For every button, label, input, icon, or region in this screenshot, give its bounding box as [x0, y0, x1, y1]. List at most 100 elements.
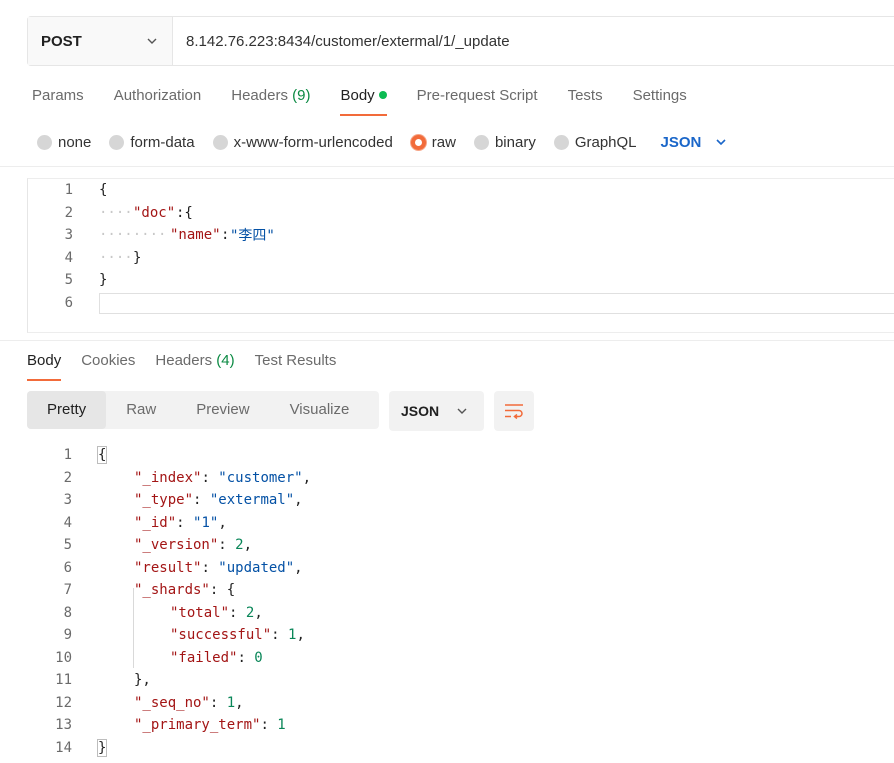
radio-form-data[interactable]: form-data	[109, 133, 195, 151]
response-headers-count: (4)	[216, 352, 235, 369]
line-number: 1	[64, 182, 73, 199]
response-view-modes: Pretty Raw Preview Visualize	[27, 391, 379, 429]
view-preview-button[interactable]: Preview	[176, 391, 269, 429]
line-text: }	[99, 272, 108, 289]
radio-none-label: none	[58, 133, 92, 151]
tab-body-label: Body	[340, 87, 375, 104]
wrap-lines-button[interactable]	[494, 391, 534, 431]
radio-circle	[109, 134, 125, 150]
chevron-down-icon	[716, 139, 726, 146]
json-key: "successful"	[170, 627, 272, 644]
json-string: "李四"	[230, 228, 275, 245]
response-tab-headers[interactable]: Headers (4)	[155, 346, 234, 381]
json-pair: "successful": 1,	[170, 627, 305, 644]
line-number: 12	[55, 694, 72, 711]
response-tab-test-results[interactable]: Test Results	[255, 346, 337, 381]
response-body-viewer[interactable]: 1 { 2 "_index": "customer", 3 "_type": "…	[27, 442, 894, 763]
radio-urlencoded[interactable]: x-www-form-urlencoded	[212, 133, 393, 151]
indent-whitespace: ····	[99, 204, 133, 221]
json-brace-close: },	[134, 672, 151, 689]
radio-urlencoded-label: x-www-form-urlencoded	[233, 133, 393, 151]
radio-form-data-label: form-data	[130, 133, 195, 151]
url-input[interactable]: 8.142.76.223:8434/customer/extermal/1/_u…	[173, 17, 894, 65]
json-number: 1	[226, 694, 236, 711]
view-raw-button[interactable]: Raw	[106, 391, 176, 429]
radio-circle	[212, 134, 228, 150]
json-pair: "_id": "1",	[134, 514, 227, 531]
line-number: 6	[64, 294, 73, 311]
method-select[interactable]: POST	[28, 17, 173, 65]
json-key: "total"	[170, 604, 230, 621]
radio-circle-checked	[410, 134, 426, 150]
radio-none[interactable]: none	[37, 134, 91, 151]
radio-binary[interactable]: binary	[473, 133, 536, 151]
json-pair: "result": "updated",	[134, 559, 303, 576]
json-string: "1"	[193, 514, 219, 531]
tab-tests[interactable]: Tests	[568, 80, 603, 116]
json-pair: "_seq_no": 1,	[134, 694, 244, 711]
json-key: "_id"	[134, 514, 177, 531]
json-key: "_shards"	[134, 582, 210, 599]
line-text: {	[99, 182, 108, 199]
tab-params[interactable]: Params	[32, 80, 84, 116]
json-key: "doc"	[133, 204, 176, 221]
line-number: 2	[63, 469, 72, 486]
line-number: 14	[55, 739, 72, 756]
tab-authorization[interactable]: Authorization	[114, 80, 202, 116]
json-key: "result"	[134, 559, 202, 576]
tab-prerequest-script[interactable]: Pre-request Script	[417, 80, 538, 116]
raw-language-label: JSON	[660, 133, 702, 151]
request-body-editor[interactable]: 1 { 2 ···· "doc" :{ 3 ········ "name" : …	[27, 178, 894, 333]
tab-body[interactable]: Body	[340, 80, 387, 116]
json-string: "customer"	[218, 469, 303, 486]
indent-guide	[133, 588, 134, 668]
json-pair: "_shards": {	[134, 582, 236, 599]
json-number: 2	[235, 537, 244, 554]
view-visualize-button[interactable]: Visualize	[270, 391, 370, 429]
raw-language-select[interactable]: JSON	[661, 134, 728, 151]
headers-count: (9)	[292, 87, 311, 104]
tab-settings[interactable]: Settings	[633, 80, 687, 116]
radio-circle	[473, 134, 489, 150]
tab-headers-label: Headers	[231, 87, 288, 104]
json-punctuation: :	[221, 227, 230, 244]
response-tab-cookies[interactable]: Cookies	[81, 346, 135, 381]
radio-raw-label: raw	[431, 133, 456, 151]
line-number: 5	[63, 537, 72, 554]
line-number: 7	[63, 582, 72, 599]
json-key: "_index"	[134, 469, 202, 486]
indent-whitespace: ····	[99, 249, 133, 266]
line-number: 8	[63, 604, 72, 621]
body-indicator-dot	[378, 91, 387, 100]
response-tab-body[interactable]: Body	[27, 346, 62, 381]
line-number: 10	[55, 649, 72, 666]
request-tabs: Params Authorization Headers (9) Body Pr…	[32, 80, 717, 116]
json-brace-open: {	[96, 446, 108, 465]
json-key: "_seq_no"	[134, 694, 210, 711]
radio-circle	[553, 134, 569, 150]
json-brace-close: }	[96, 738, 108, 757]
json-pair: "_primary_term": 1	[134, 717, 286, 734]
chevron-down-icon	[147, 38, 157, 44]
line-number: 1	[63, 447, 72, 464]
indent-whitespace: ········	[99, 227, 167, 244]
line-number: 5	[64, 272, 73, 289]
line-number: 3	[63, 492, 72, 509]
body-type-selector: none form-data x-www-form-urlencoded raw…	[37, 130, 727, 154]
json-pair: "_version": 2,	[134, 537, 253, 554]
response-language-select[interactable]: JSON	[389, 391, 484, 431]
line-number: 3	[64, 227, 73, 244]
json-key: "_primary_term"	[134, 717, 261, 734]
json-string: "extermal"	[209, 492, 295, 509]
wrap-lines-icon	[505, 404, 523, 420]
radio-graphql[interactable]: GraphQL	[553, 134, 637, 151]
json-string: "updated"	[218, 559, 295, 576]
view-pretty-button[interactable]: Pretty	[27, 391, 107, 429]
json-pair: "_index": "customer",	[134, 469, 312, 486]
radio-raw[interactable]: raw	[410, 133, 456, 151]
request-url-bar: POST 8.142.76.223:8434/customer/extermal…	[27, 16, 894, 66]
json-key: "_type"	[134, 492, 194, 509]
json-pair: "total": 2,	[170, 604, 263, 621]
tab-headers[interactable]: Headers (9)	[231, 80, 310, 116]
radio-binary-label: binary	[494, 133, 536, 151]
